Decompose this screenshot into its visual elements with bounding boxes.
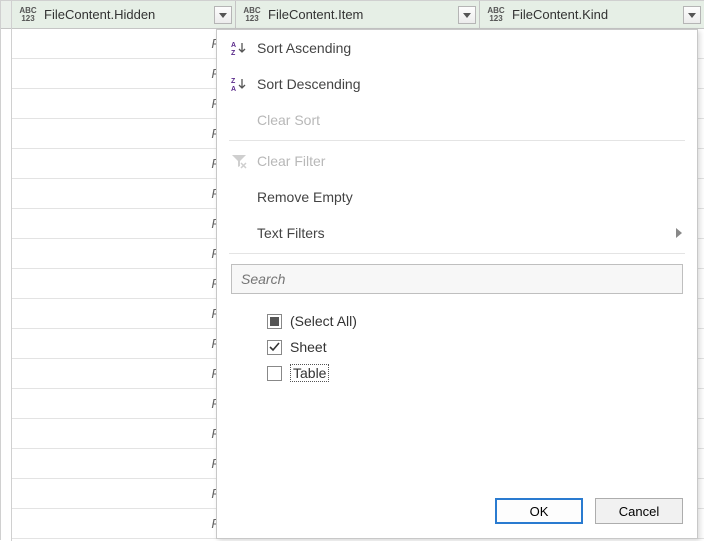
cell[interactable]: FA [12, 509, 236, 539]
datatype-any-icon: ABC123 [242, 5, 262, 25]
sort-descending-icon: Z A [231, 76, 257, 92]
column-filter-menu: A Z Sort Ascending Z A Sort Descending C… [216, 29, 698, 539]
cell[interactable]: FA [12, 149, 236, 179]
checkbox-indeterminate-icon [267, 314, 282, 329]
clear-sort-item: Clear Sort [217, 102, 697, 138]
filter-value-label: Table [290, 364, 329, 382]
cell[interactable]: FA [12, 419, 236, 449]
svg-text:A: A [231, 42, 236, 49]
checkbox-checked-icon [267, 340, 282, 355]
column-header-label: FileContent.Hidden [44, 7, 155, 22]
submenu-arrow-icon [675, 225, 683, 241]
text-filters-item[interactable]: Text Filters [217, 215, 697, 251]
svg-text:Z: Z [231, 50, 236, 56]
cell[interactable]: FA [12, 479, 236, 509]
filter-search-input[interactable] [231, 264, 683, 294]
menu-label: Clear Sort [257, 112, 697, 128]
filter-value-label: (Select All) [290, 313, 357, 329]
cell[interactable]: FA [12, 359, 236, 389]
dialog-button-bar: OK Cancel [217, 488, 697, 538]
checkbox-unchecked-icon [267, 366, 282, 381]
cell[interactable]: FA [12, 329, 236, 359]
column-header-label: FileContent.Item [268, 7, 363, 22]
cell[interactable]: FA [12, 269, 236, 299]
filter-dropdown-button[interactable] [683, 6, 701, 24]
row-header-corner [1, 1, 11, 29]
sort-ascending-item[interactable]: A Z Sort Ascending [217, 30, 697, 66]
filter-dropdown-button[interactable] [214, 6, 232, 24]
menu-separator [229, 140, 685, 141]
cancel-button[interactable]: Cancel [595, 498, 683, 524]
menu-label: Remove Empty [257, 189, 697, 205]
column-header-item[interactable]: ABC123 FileContent.Item [236, 1, 480, 29]
menu-label: Sort Descending [257, 76, 697, 92]
filter-value-list: (Select All) Sheet Table [217, 298, 697, 390]
column-header-kind[interactable]: ABC123 FileContent.Kind [480, 1, 704, 29]
filter-value-table[interactable]: Table [267, 360, 683, 386]
filter-value-label: Sheet [290, 339, 327, 355]
menu-label: Clear Filter [257, 153, 697, 169]
remove-empty-item[interactable]: Remove Empty [217, 179, 697, 215]
datatype-any-icon: ABC123 [18, 5, 38, 25]
svg-text:A: A [231, 86, 236, 92]
svg-text:Z: Z [231, 78, 236, 85]
menu-label: Text Filters [257, 225, 675, 241]
filter-dropdown-button[interactable] [458, 6, 476, 24]
sort-descending-item[interactable]: Z A Sort Descending [217, 66, 697, 102]
cell[interactable]: FA [12, 29, 236, 59]
ok-button[interactable]: OK [495, 498, 583, 524]
cell[interactable]: FA [12, 89, 236, 119]
filter-value-sheet[interactable]: Sheet [267, 334, 683, 360]
row-header-strip [1, 1, 12, 541]
cell[interactable]: FA [12, 59, 236, 89]
menu-separator [229, 253, 685, 254]
cell[interactable]: FA [12, 209, 236, 239]
cell[interactable]: FA [12, 299, 236, 329]
column-header-label: FileContent.Kind [512, 7, 608, 22]
filter-value-select-all[interactable]: (Select All) [267, 308, 683, 334]
cell[interactable]: FA [12, 449, 236, 479]
cell[interactable]: FA [12, 179, 236, 209]
cell[interactable]: FA [12, 239, 236, 269]
column-header-hidden[interactable]: ABC123 FileContent.Hidden [12, 1, 236, 29]
menu-label: Sort Ascending [257, 40, 697, 56]
column-header-row: ABC123 FileContent.Hidden ABC123 FileCon… [12, 1, 704, 29]
clear-filter-item: Clear Filter [217, 143, 697, 179]
datatype-any-icon: ABC123 [486, 5, 506, 25]
cell[interactable]: FA [12, 119, 236, 149]
clear-filter-icon [231, 153, 257, 169]
cell[interactable]: FA [12, 389, 236, 419]
sort-ascending-icon: A Z [231, 40, 257, 56]
